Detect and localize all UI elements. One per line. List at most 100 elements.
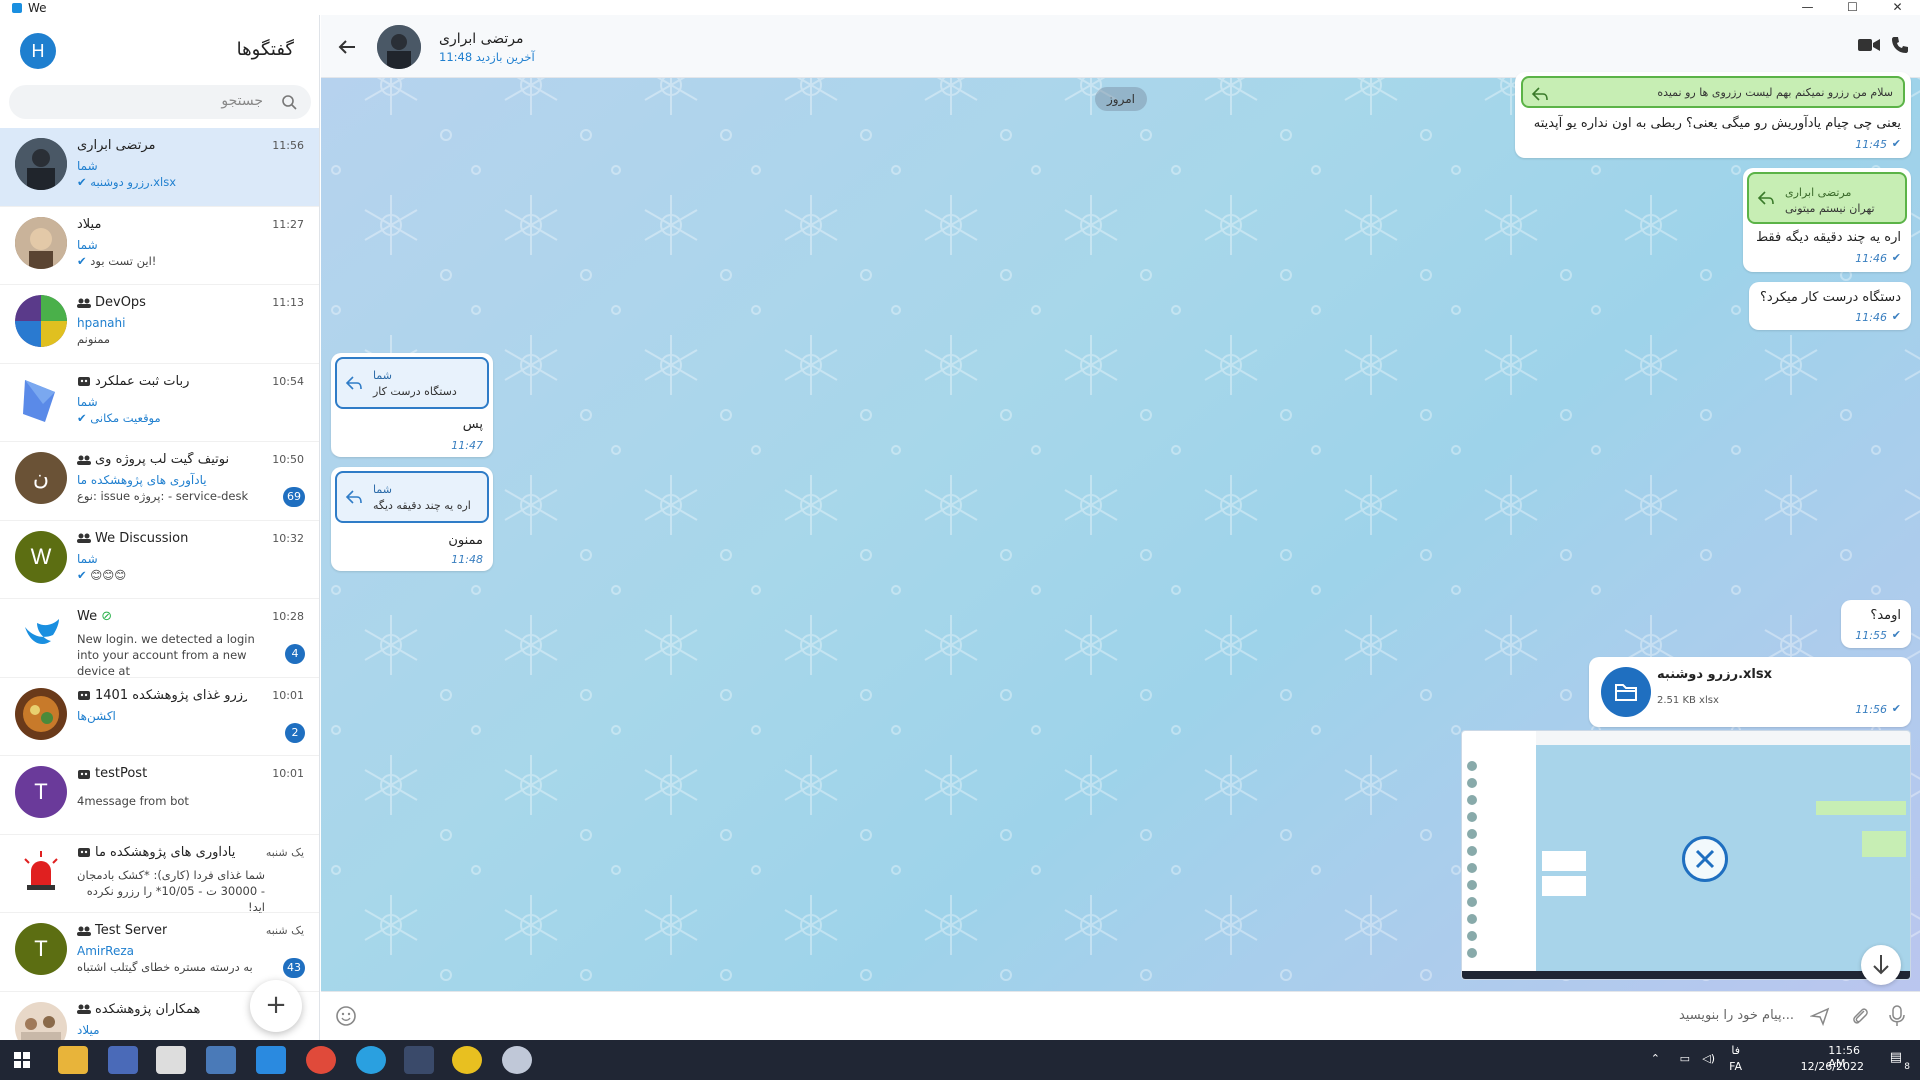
minimize-button[interactable]: — [1785, 0, 1830, 15]
reply-preview[interactable]: سلام من رزرو نمیکنم بهم لیست رزروی ها رو… [1521, 76, 1905, 108]
we-bird-logo-icon [15, 609, 67, 661]
chat-sender: میلاد [77, 1022, 100, 1037]
file-explorer-icon[interactable] [58, 1046, 88, 1074]
window-titlebar: We — ☐ ✕ [0, 0, 1920, 15]
chat-last-message: New login. we detected a login into your… [77, 632, 255, 678]
message-incoming[interactable]: شما اره یه چند دقیقه دیگه ممنون 11:48 [331, 467, 493, 571]
contact-name[interactable]: مرتضی ابراری [439, 31, 524, 47]
chat-name: رزرو غذای پژوهشکده 1401 [77, 688, 247, 703]
scroll-down-button[interactable] [1861, 945, 1901, 985]
avatar: ن [15, 452, 67, 504]
lang-indicator[interactable]: FA [1729, 1060, 1742, 1073]
maximize-button[interactable]: ☐ [1830, 0, 1875, 15]
avatar [15, 373, 67, 426]
emoji-icon[interactable] [335, 1005, 357, 1027]
mail-icon[interactable] [156, 1046, 186, 1074]
message-outgoing[interactable]: مرتضی ابراری تهران نیستم میتونی اره یه چ… [1743, 168, 1911, 272]
pen-app-icon[interactable] [256, 1046, 286, 1074]
chat-item-morteza[interactable]: مرتضی ابراری 11:56 شما ✔ رزرو دوشنبه.xls… [0, 128, 319, 207]
food-photo-icon [15, 687, 67, 740]
chat-name-text: DevOps [95, 295, 146, 310]
telegram-icon[interactable] [356, 1046, 386, 1074]
search-input[interactable]: جستجو [9, 85, 311, 119]
new-chat-button[interactable]: + [250, 980, 302, 1032]
windows-start-icon[interactable] [14, 1052, 30, 1068]
lang-indicator-fa[interactable]: فا [1731, 1044, 1740, 1057]
double-check-icon: ✔ [1891, 137, 1901, 150]
message-time: 11:55 [1855, 629, 1887, 642]
chevron-up-icon[interactable]: ⌃ [1651, 1052, 1660, 1065]
chat-time: یک شنبه [265, 924, 304, 937]
chat-name: نوتیف گیت لب پروژه وی [77, 452, 229, 467]
chat-item-gitlab-notif[interactable]: ن نوتیف گیت لب پروژه وی 10:50 یادآوری ها… [0, 442, 319, 521]
clock-date[interactable]: 12/26/2022 [1801, 1060, 1864, 1073]
cancel-upload-button[interactable] [1682, 836, 1728, 882]
notification-icon[interactable]: ▤ [1890, 1050, 1902, 1065]
database-app-icon[interactable] [206, 1046, 236, 1074]
chat-sender: AmirReza [77, 944, 134, 958]
contact-avatar[interactable] [377, 25, 421, 69]
paw-app-icon[interactable] [452, 1046, 482, 1074]
chat-item-we[interactable]: We ⊘ 10:28 New login. we detected a logi… [0, 599, 319, 678]
reply-preview[interactable]: مرتضی ابراری تهران نیستم میتونی [1747, 172, 1907, 224]
double-check-icon: ✔ [1891, 251, 1901, 264]
attach-icon[interactable] [1850, 1005, 1870, 1027]
chat-item-food-reserve[interactable]: رزرو غذای پژوهشکده 1401 10:01 اکشن‌ها 2 [0, 678, 319, 756]
network-icon[interactable]: ▭ [1680, 1052, 1690, 1065]
bot-icon [78, 769, 90, 779]
message-outgoing[interactable]: سلام من رزرو نمیکنم بهم لیست رزروی ها رو… [1515, 72, 1911, 158]
chat-time: یک شنبه [265, 845, 304, 859]
speaker-icon[interactable]: ◁) [1702, 1052, 1715, 1065]
reply-icon [1531, 87, 1548, 101]
message-input[interactable]: پیام خود را بنویسید... [1679, 1008, 1794, 1023]
phone-call-icon[interactable] [1890, 35, 1910, 55]
chat-time: 10:28 [272, 610, 304, 623]
message-file[interactable]: رزرو دوشنبه.xlsx 2.51 KB xlsx 11:56 ✔ [1589, 657, 1911, 727]
avatar [15, 844, 67, 897]
chat-last-message-text: این تست بود! [90, 253, 157, 268]
chat-name: مرتضی ابراری [77, 138, 156, 153]
bot-icon [78, 691, 90, 700]
chat-last-message: شما غذای فردا (کاری): *کشک بادمجان - 300… [77, 867, 265, 914]
message-incoming[interactable]: شما دستگاه درست کار پس 11:47 [331, 353, 493, 457]
chat-item-testpost[interactable]: T testPost 10:01 4message from bot [0, 756, 319, 835]
folder-icon [1615, 684, 1637, 701]
double-check-icon: ✔ [77, 175, 91, 189]
file-download-button[interactable] [1601, 667, 1651, 717]
chat-item-reminders[interactable]: یادآوری های پژوهشکده ما یک شنبه شما غذای… [0, 835, 319, 914]
chat-item-milad[interactable]: میلاد 11:27 شما ✔ این تست بود! [0, 207, 319, 285]
chat-app-icon[interactable] [502, 1046, 532, 1074]
chat-last-message-text: موقعیت مکانی [90, 410, 161, 425]
video-call-icon[interactable] [1858, 37, 1880, 53]
uploading-image-thumbnail[interactable] [1461, 730, 1911, 980]
user-avatar[interactable]: H [20, 33, 56, 69]
we-app-icon[interactable] [404, 1046, 434, 1074]
siren-icon [15, 844, 67, 897]
chat-name: ربات ثبت عملکرد [77, 374, 189, 389]
reply-preview[interactable]: شما دستگاه درست کار [335, 357, 489, 409]
store-icon[interactable] [108, 1046, 138, 1074]
chat-sender: hpanahi [77, 316, 126, 330]
chat-sender: شما [77, 237, 98, 252]
chat-item-bot-performance[interactable]: ربات ثبت عملکرد 10:54 شما ✔ موقعیت مکانی [0, 364, 319, 442]
microphone-icon[interactable] [1888, 1004, 1906, 1028]
reply-preview[interactable]: شما اره یه چند دقیقه دیگه [335, 471, 489, 523]
reply-text: تهران نیستم میتونی [1785, 202, 1875, 215]
chat-name: Test Server [77, 923, 167, 938]
unread-badge: 43 [283, 958, 305, 978]
message-time: 11:56 [1855, 703, 1887, 716]
bot-icon [78, 848, 90, 857]
chat-sender: شما [77, 159, 98, 173]
chat-item-we-discussion[interactable]: W We Discussion 10:32 شما ✔ 😊😊😊 [0, 521, 319, 599]
photo-avatar-icon [15, 138, 67, 190]
close-button[interactable]: ✕ [1875, 0, 1920, 15]
chat-item-devops[interactable]: DevOps 11:13 hpanahi ممنونم [0, 285, 319, 364]
back-arrow-icon[interactable] [337, 37, 357, 57]
file-name: رزرو دوشنبه.xlsx [1657, 667, 1772, 682]
message-outgoing[interactable]: دستگاه درست کار میکرد؟ 11:46 ✔ [1749, 282, 1911, 330]
send-icon[interactable] [1810, 1006, 1830, 1026]
app-logo-icon [12, 2, 22, 13]
chat-name: We ⊘ [77, 609, 112, 624]
message-outgoing[interactable]: اومد؟ 11:55 ✔ [1841, 600, 1911, 648]
chrome-icon[interactable] [306, 1046, 336, 1074]
